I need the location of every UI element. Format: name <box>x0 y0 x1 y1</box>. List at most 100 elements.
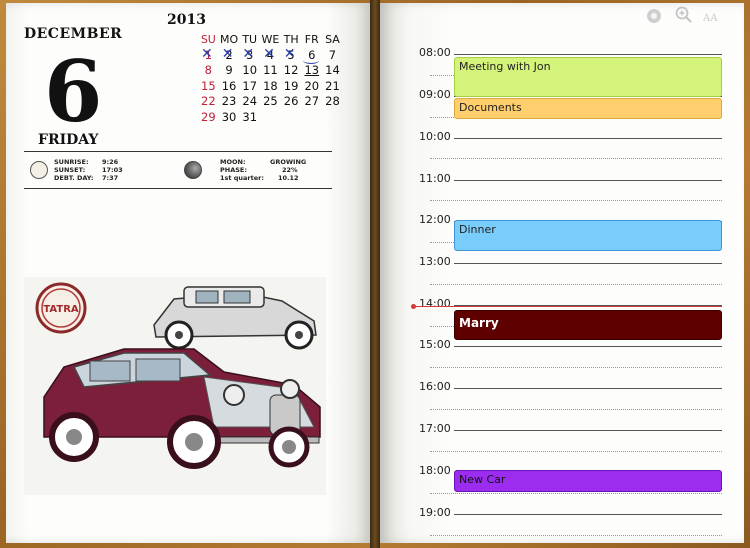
event-documents[interactable]: Documents <box>454 98 722 119</box>
half-hour-line <box>430 158 722 159</box>
event-title: Dinner <box>459 223 496 236</box>
gear-icon <box>647 9 661 23</box>
calendar-week: 1 2 3 4 5 6 7 <box>198 47 343 64</box>
vintage-car-picture: TATRA <box>24 277 326 495</box>
calendar-day-crossed[interactable]: 5 <box>281 47 302 64</box>
hour-line <box>454 430 722 431</box>
calendar-day[interactable]: 23 <box>219 94 240 110</box>
calendar-day[interactable]: 7 <box>322 48 343 64</box>
calendar-day[interactable]: 12 <box>281 63 302 79</box>
calendar-day[interactable]: 18 <box>260 79 281 95</box>
calendar-day[interactable]: 27 <box>301 94 322 110</box>
calendar-day-crossed[interactable]: 4 <box>260 47 281 64</box>
zoom-button[interactable] <box>675 6 693 28</box>
calendar-day[interactable]: 17 <box>239 79 260 95</box>
calendar-week: 29 30 31 <box>198 110 343 126</box>
car-illustration: TATRA <box>35 282 321 469</box>
calendar-day-crossed[interactable]: 2 <box>219 47 240 64</box>
calendar-day-empty <box>260 110 281 126</box>
half-hour-line <box>430 493 722 494</box>
sunrise-value: 9:26 <box>102 158 119 166</box>
calendar-day[interactable]: 31 <box>239 110 260 126</box>
weekday-header: FR <box>304 33 319 46</box>
hour-label: 18:00 <box>419 464 451 477</box>
event-title: Marry <box>459 316 499 330</box>
event-meeting-with-jon[interactable]: Meeting with Jon <box>454 57 722 97</box>
half-hour-line <box>430 367 722 368</box>
calendar-day[interactable]: 10 <box>239 63 260 79</box>
badge-text: TATRA <box>43 304 79 315</box>
calendar-day-selected[interactable]: 6 <box>301 48 322 63</box>
hour-label: 10:00 <box>419 130 451 143</box>
hour-line <box>454 514 722 515</box>
hour-label: 17:00 <box>419 422 451 435</box>
current-time-dot <box>411 304 416 309</box>
hour-line <box>454 54 722 55</box>
event-new-car[interactable]: New Car <box>454 470 722 492</box>
hour-line <box>454 180 722 181</box>
debt-day-value: 7:37 <box>102 174 119 182</box>
calendar-day[interactable]: 19 <box>281 79 302 95</box>
calendar-day[interactable]: 29 <box>198 110 219 126</box>
hour-label: 13:00 <box>419 255 451 268</box>
calendar-day[interactable]: 28 <box>322 94 343 110</box>
month-label: DECEMBER <box>24 26 123 42</box>
phase-value: 22% <box>282 166 298 174</box>
calendar-day[interactable]: 13 <box>301 63 322 79</box>
calendar-day[interactable]: 9 <box>219 63 240 79</box>
moon-phase-icon <box>184 161 202 179</box>
calendar-day[interactable]: 30 <box>219 110 240 126</box>
calendar-day-crossed[interactable]: 3 <box>239 47 260 64</box>
calendar-day[interactable]: 24 <box>239 94 260 110</box>
event-title: Meeting with Jon <box>459 60 551 73</box>
font-size-button[interactable]: AA <box>703 9 717 25</box>
phase-label: PHASE: <box>220 166 247 174</box>
event-marry[interactable]: Marry <box>454 310 722 340</box>
event-dinner[interactable]: Dinner <box>454 220 722 251</box>
hour-line <box>454 346 722 347</box>
hour-line <box>454 388 722 389</box>
divider <box>24 188 332 189</box>
hour-label: 14:00 <box>419 297 451 310</box>
settings-button[interactable] <box>646 8 662 28</box>
moon-value: GROWING <box>270 158 307 166</box>
sun-info: SUNRISE: 9:26 SUNSET: 17:03 DEBT. DAY: 7… <box>54 158 134 184</box>
calendar-day[interactable]: 8 <box>198 63 219 79</box>
debt-day-label: DEBT. DAY: <box>54 174 94 182</box>
half-hour-line <box>430 451 722 452</box>
hour-label: 19:00 <box>419 506 451 519</box>
current-time-line <box>414 306 722 307</box>
calendar-day[interactable]: 11 <box>260 63 281 79</box>
zoom-in-icon <box>675 6 692 23</box>
calendar-day-empty <box>301 110 322 126</box>
half-hour-line <box>430 535 722 536</box>
sunrise-label: SUNRISE: <box>54 158 89 166</box>
calendar-week: 8 9 10 11 12 13 14 <box>198 63 343 79</box>
calendar-day[interactable]: 14 <box>322 63 343 79</box>
hour-label: 12:00 <box>419 213 451 226</box>
half-hour-line <box>430 284 722 285</box>
event-title: Documents <box>459 101 522 114</box>
calendar-day[interactable]: 22 <box>198 94 219 110</box>
book-spine <box>370 0 380 548</box>
hour-label: 09:00 <box>419 88 451 101</box>
calendar-day[interactable]: 26 <box>281 94 302 110</box>
hour-label: 08:00 <box>419 46 451 59</box>
sunset-label: SUNSET: <box>54 166 86 174</box>
weekday-label: FRIDAY <box>38 132 99 148</box>
mini-calendar[interactable]: SU MO TU WE TH FR SA 1 2 3 4 5 6 7 8 9 1… <box>198 32 343 125</box>
calendar-day[interactable]: 16 <box>219 79 240 95</box>
calendar-day[interactable]: 21 <box>322 79 343 95</box>
font-size-icon: AA <box>703 13 718 24</box>
calendar-day[interactable]: 20 <box>301 79 322 95</box>
sunset-value: 17:03 <box>102 166 123 174</box>
hour-label: 16:00 <box>419 380 451 393</box>
calendar-week: 22 23 24 25 26 27 28 <box>198 94 343 110</box>
weekday-header: SA <box>325 33 340 46</box>
calendar-day[interactable]: 25 <box>260 94 281 110</box>
calendar-day-crossed[interactable]: 1 <box>198 47 219 64</box>
half-hour-line <box>430 409 722 410</box>
calendar-day[interactable]: 15 <box>198 79 219 95</box>
moon-label: MOON: <box>220 158 246 166</box>
sun-icon <box>30 161 48 179</box>
